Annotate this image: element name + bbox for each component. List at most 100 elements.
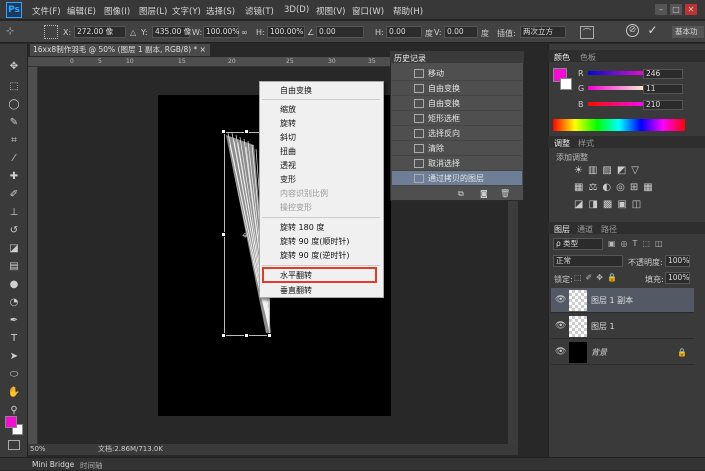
r-value[interactable]: 246	[643, 69, 683, 79]
tab-channels[interactable]: 通道	[577, 224, 593, 235]
gradient-tool-icon[interactable]: ▤	[7, 260, 21, 274]
eye-icon[interactable]: 👁	[555, 348, 566, 357]
adjustment-icons-row2[interactable]: ▦⚖◐◎⊞▦	[574, 182, 658, 193]
transform-tool-icon[interactable]: ⊹	[6, 26, 20, 38]
menu-rotate-90-cw[interactable]: 旋转 90 度(顺时针)	[280, 236, 350, 247]
history-item[interactable]: 自由变换	[392, 96, 522, 111]
crop-tool-icon[interactable]: ⌗	[7, 134, 21, 148]
healing-tool-icon[interactable]: ✚	[7, 170, 21, 184]
angle-field[interactable]: 0.00	[316, 26, 364, 38]
tab-styles[interactable]: 样式	[578, 138, 594, 149]
blend-mode-select[interactable]: 正常	[553, 255, 623, 267]
v-skew-field[interactable]: 0.00	[444, 26, 478, 38]
menu-image[interactable]: 图像(I)	[104, 5, 130, 17]
reference-point-icon[interactable]	[44, 25, 58, 39]
new-snapshot-icon[interactable]: ⧉	[458, 189, 464, 199]
history-item[interactable]: 清除	[392, 141, 522, 156]
history-item[interactable]: 矩形选框	[392, 111, 522, 126]
h-skew-field[interactable]: 0.00	[386, 26, 422, 38]
eye-icon[interactable]: 👁	[555, 322, 566, 331]
transform-handle[interactable]	[221, 129, 226, 134]
quick-select-tool-icon[interactable]: ✎	[7, 116, 21, 130]
menu-warp[interactable]: 变形	[280, 174, 296, 185]
commit-transform-icon[interactable]: ✓	[646, 24, 659, 37]
color-spectrum[interactable]	[553, 119, 685, 131]
fill-field[interactable]: 100%	[665, 272, 690, 284]
h-field[interactable]: 100.00%	[267, 26, 305, 38]
opacity-field[interactable]: 100%	[665, 255, 690, 267]
tab-color[interactable]: 颜色	[554, 52, 570, 63]
color-panel-background-swatch[interactable]	[560, 78, 572, 90]
link-icon[interactable]: ∞	[241, 28, 248, 37]
lasso-tool-icon[interactable]: ◯	[7, 98, 21, 112]
lock-icons[interactable]: ⬚✐✥🔒	[574, 273, 621, 282]
eyedropper-tool-icon[interactable]: ⁄	[7, 152, 21, 166]
warp-toggle-icon[interactable]: ⌒	[580, 26, 594, 39]
b-value[interactable]: 210	[643, 100, 683, 110]
y-field[interactable]: 435.00 像	[152, 26, 191, 38]
menu-rotate-90-ccw[interactable]: 旋转 90 度(逆时针)	[280, 250, 350, 261]
history-title[interactable]: 历史记录	[394, 53, 426, 64]
history-item[interactable]: 取消选择	[392, 156, 522, 171]
document-info[interactable]: 文档:2.86M/713.0K	[98, 444, 163, 455]
marquee-tool-icon[interactable]: ⬚	[7, 80, 21, 94]
menu-window[interactable]: 窗口(W)	[352, 5, 384, 17]
quick-mask-icon[interactable]	[8, 440, 20, 450]
b-slider[interactable]	[588, 102, 648, 106]
history-item[interactable]: 移动	[392, 66, 522, 81]
interpolation-select[interactable]: 两次立方	[520, 26, 566, 38]
history-item[interactable]: 选择反向	[392, 126, 522, 141]
trash-icon[interactable]: 🗑	[500, 189, 510, 198]
history-item-selected[interactable]: 通过拷贝的图层	[392, 171, 522, 186]
shape-tool-icon[interactable]: ⬭	[7, 368, 21, 382]
menu-scale[interactable]: 缩放	[280, 104, 296, 115]
g-value[interactable]: 11	[643, 84, 683, 94]
menu-layer[interactable]: 图层(L)	[139, 5, 167, 17]
w-field[interactable]: 100.00%	[203, 26, 239, 38]
adjustment-icons-row1[interactable]: ☀▥▨◩▽	[574, 165, 644, 176]
eye-icon[interactable]: 👁	[555, 296, 566, 305]
move-tool-icon[interactable]: ✥	[7, 60, 21, 74]
path-select-tool-icon[interactable]: ➤	[7, 350, 21, 364]
type-tool-icon[interactable]: T	[7, 332, 21, 346]
zoom-level[interactable]: 50%	[30, 444, 46, 455]
tab-layers[interactable]: 图层	[554, 224, 570, 235]
cancel-transform-icon[interactable]: ⊘	[626, 24, 639, 37]
layer-filter-select[interactable]: ρ 类型	[553, 238, 603, 250]
menu-skew[interactable]: 斜切	[280, 132, 296, 143]
transform-handle[interactable]	[267, 333, 272, 338]
layer-row[interactable]: 👁 图层 1	[551, 314, 694, 339]
history-brush-tool-icon[interactable]: ↺	[7, 224, 21, 238]
menu-3d[interactable]: 3D(D)	[284, 5, 309, 15]
brush-tool-icon[interactable]: ✐	[7, 188, 21, 202]
dodge-tool-icon[interactable]: ◔	[7, 296, 21, 310]
blur-tool-icon[interactable]: ●	[7, 278, 21, 292]
tab-mini-bridge[interactable]: Mini Bridge	[32, 460, 74, 469]
menu-select[interactable]: 选择(S)	[206, 5, 235, 17]
menu-filter[interactable]: 滤镜(T)	[245, 5, 274, 17]
tab-adjustments[interactable]: 调整	[554, 138, 570, 149]
tab-timeline[interactable]: 时间轴	[80, 460, 103, 471]
minimize-button[interactable]: –	[655, 4, 667, 15]
menu-file[interactable]: 文件(F)	[32, 5, 61, 17]
transform-handle[interactable]	[244, 333, 249, 338]
layer-row[interactable]: 👁 图层 1 副本	[551, 288, 694, 313]
document-tab[interactable]: 16xx8制作羽毛 @ 50% (图层 1 副本, RGB/8) * ×	[30, 44, 210, 56]
pen-tool-icon[interactable]: ✒	[7, 314, 21, 328]
close-window-button[interactable]: ✕	[685, 4, 697, 15]
close-tab-icon[interactable]: ×	[200, 45, 206, 54]
adjustment-icons-row3[interactable]: ◪◨▩▣◫	[574, 199, 646, 210]
transform-handle[interactable]	[221, 232, 226, 237]
menu-flip-vertical[interactable]: 垂直翻转	[280, 285, 312, 296]
menu-perspective[interactable]: 透视	[280, 160, 296, 171]
menu-type[interactable]: 文字(Y)	[172, 5, 201, 17]
hand-tool-icon[interactable]: ✋	[7, 386, 21, 400]
g-slider[interactable]	[588, 86, 648, 90]
transform-handle[interactable]	[244, 129, 249, 134]
menu-edit[interactable]: 编辑(E)	[67, 5, 96, 17]
tab-paths[interactable]: 路径	[601, 224, 617, 235]
menu-rotate[interactable]: 旋转	[280, 118, 296, 129]
menu-free-transform[interactable]: 自由变换	[280, 85, 312, 96]
stamp-tool-icon[interactable]: ⊥	[7, 206, 21, 220]
camera-icon[interactable]: ◙	[480, 189, 488, 198]
